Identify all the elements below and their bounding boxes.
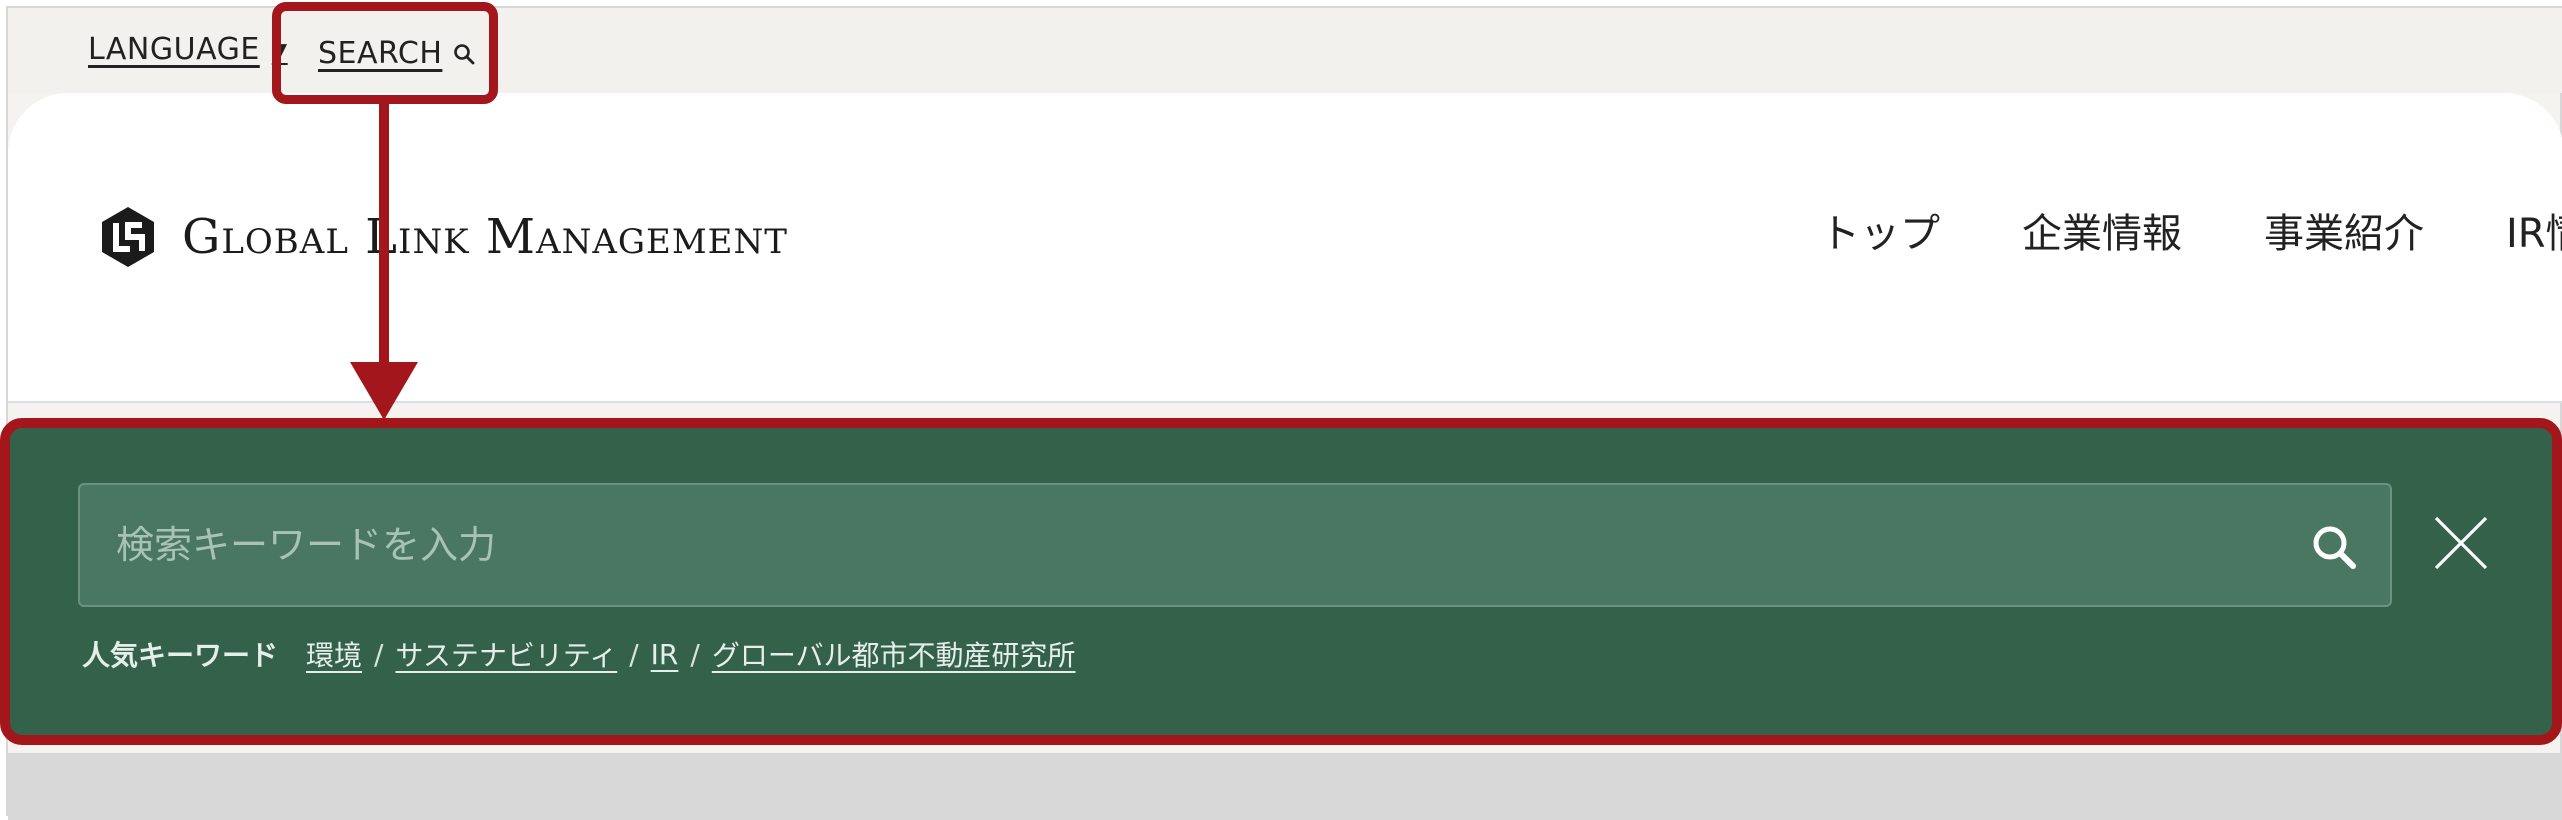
- search-box: [78, 483, 2392, 607]
- language-label: LANGUAGE: [88, 32, 260, 67]
- logo-text: Global Link Management: [182, 209, 788, 265]
- search-submit-icon[interactable]: [2308, 521, 2360, 573]
- site-logo[interactable]: Global Link Management: [96, 205, 788, 269]
- nav-item-business[interactable]: 事業紹介: [2264, 201, 2424, 259]
- site-header: Global Link Management トップ 企業情報 事業紹介 IR情: [8, 93, 2562, 403]
- keyword-link-global-research[interactable]: グローバル都市不動産研究所: [712, 634, 1076, 674]
- nav-item-top[interactable]: トップ: [1820, 201, 1940, 259]
- keyword-link-ir[interactable]: IR: [651, 638, 679, 671]
- glm-logo-icon: [102, 207, 154, 267]
- popular-keywords: 人気キーワード 環境 / サステナビリティ / IR / グローバル都市不動産研…: [82, 634, 1076, 674]
- keyword-link-environment[interactable]: 環境: [306, 634, 362, 674]
- keyword-link-sustainability[interactable]: サステナビリティ: [395, 634, 617, 674]
- keyword-separator: /: [690, 637, 700, 671]
- search-highlight-box: [272, 2, 498, 104]
- close-icon[interactable]: [2430, 512, 2492, 574]
- language-selector[interactable]: LANGUAGE ▼: [88, 32, 288, 67]
- nav-item-ir[interactable]: IR情: [2506, 201, 2562, 259]
- annotation-arrow-head: [350, 362, 418, 420]
- hero-strip: [8, 753, 2562, 820]
- search-input[interactable]: [80, 485, 2390, 605]
- keyword-separator: /: [374, 637, 384, 671]
- annotation-arrow-shaft: [379, 104, 389, 366]
- nav-item-company[interactable]: 企業情報: [2022, 201, 2182, 259]
- popular-keywords-title: 人気キーワード: [82, 639, 279, 672]
- search-panel: 人気キーワード 環境 / サステナビリティ / IR / グローバル都市不動産研…: [0, 418, 2562, 745]
- keyword-separator: /: [629, 637, 639, 671]
- main-nav: トップ 企業情報 事業紹介 IR情: [1820, 201, 2562, 259]
